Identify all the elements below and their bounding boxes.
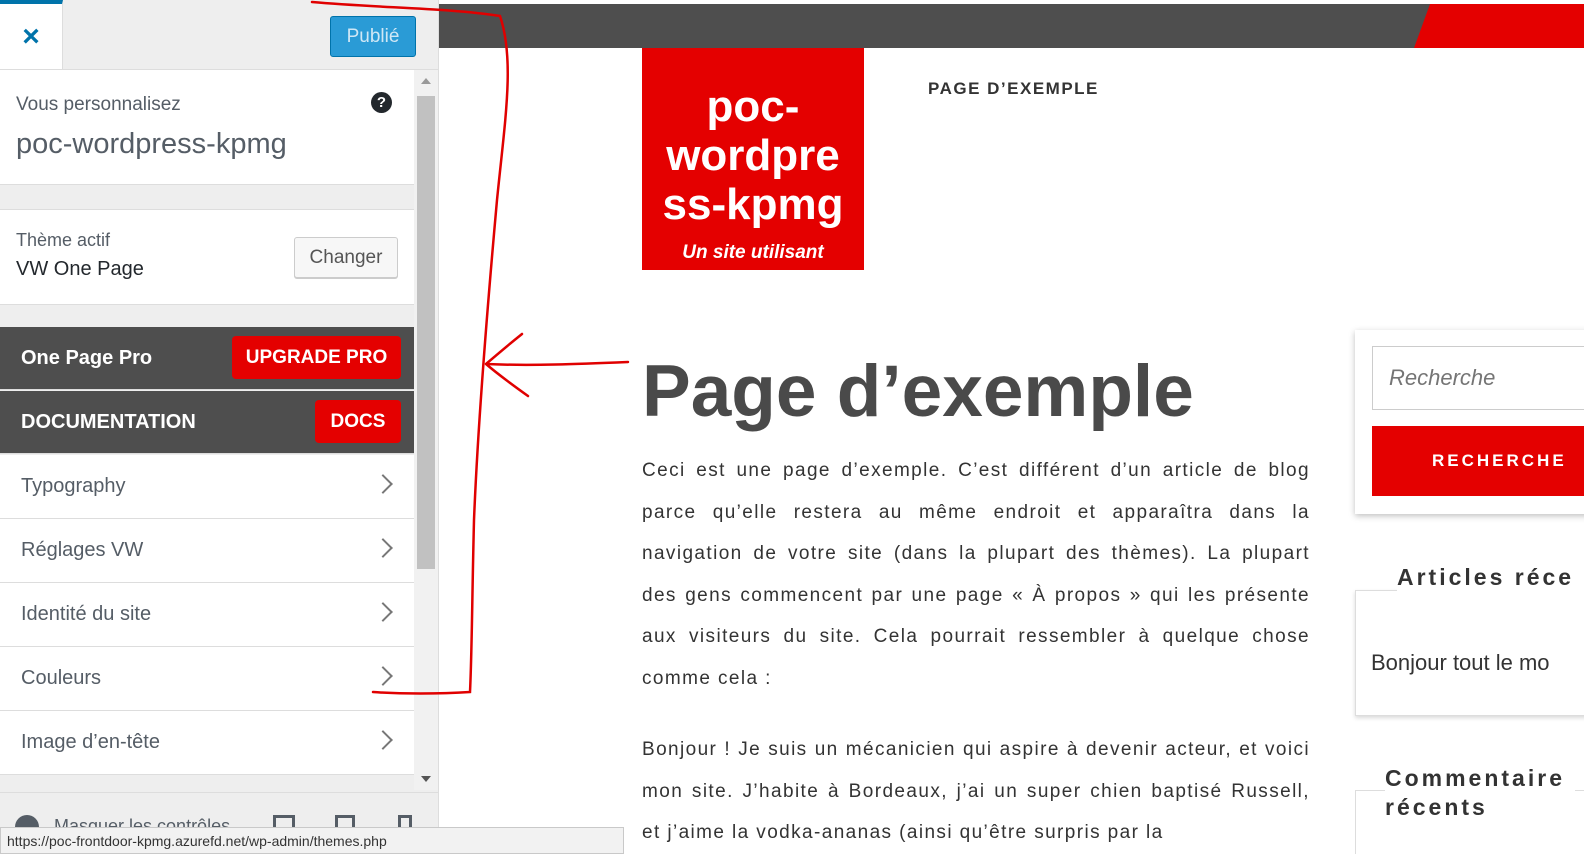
site-logo[interactable]: poc- wordpre ss-kpmg Un site utilisant	[642, 48, 864, 270]
paragraph: Ceci est une page d’exemple. C’est diffé…	[642, 460, 1310, 689]
search-input[interactable]	[1372, 346, 1584, 410]
section-label: Typography	[21, 475, 126, 497]
section-label: Réglages VW	[21, 539, 144, 561]
logo-title-line: poc-	[706, 82, 800, 131]
page-title: Page d’exemple	[642, 351, 1194, 432]
logo-title-line: ss-kpmg	[662, 180, 844, 229]
search-widget: RECHERCHE	[1355, 330, 1584, 514]
section-reglages-vw[interactable]: Réglages VW	[0, 519, 414, 583]
sidebar-content: Vous personnalisez poc-wordpress-kpmg ? …	[0, 70, 414, 790]
chevron-right-icon	[373, 730, 393, 750]
customizer-info: Vous personnalisez poc-wordpress-kpmg ?	[0, 70, 414, 185]
logo-title-line: wordpre	[666, 131, 840, 180]
section-couleurs[interactable]: Couleurs	[0, 647, 414, 711]
promo-label: DOCUMENTATION	[21, 411, 196, 433]
promo-label: One Page Pro	[21, 347, 153, 369]
promo-row-docs: DOCUMENTATION DOCS	[0, 391, 414, 454]
recent-article-link[interactable]: Bonjour tout le mo	[1371, 650, 1550, 676]
active-theme-panel: Thème actif VW One Page Changer	[0, 209, 414, 305]
publish-button[interactable]: Publié	[330, 16, 416, 57]
help-icon[interactable]: ?	[371, 92, 392, 113]
site-preview: poc- wordpre ss-kpmg Un site utilisant P…	[439, 0, 1584, 854]
scroll-up-arrow-icon[interactable]	[421, 78, 431, 84]
status-bar-url: https://poc-frontdoor-kpmg.azurefd.net/w…	[0, 827, 624, 854]
customizer-sidebar: × Publié Vous personnalisez poc-wordpres…	[0, 0, 439, 854]
site-name: poc-wordpress-kpmg	[16, 128, 287, 160]
sidebar-scrollbar[interactable]	[414, 70, 438, 790]
nav-link-page-exemple[interactable]: PAGE D’EXEMPLE	[928, 79, 1099, 99]
recent-comments-title: Commentaire récents	[1385, 764, 1575, 822]
section-identite-du-site[interactable]: Identité du site	[0, 583, 414, 647]
theme-name: VW One Page	[16, 258, 144, 280]
top-bar-accent	[1414, 4, 1584, 48]
logo-tagline: Un site utilisant	[682, 242, 824, 263]
section-image-en-tete[interactable]: Image d’en-tête	[0, 711, 414, 775]
scroll-down-arrow-icon[interactable]	[421, 776, 431, 782]
upgrade-pro-button[interactable]: UPGRADE PRO	[232, 336, 401, 379]
search-button[interactable]: RECHERCHE	[1372, 426, 1584, 496]
chevron-right-icon	[373, 666, 393, 686]
logo-title: poc- wordpre ss-kpmg	[642, 82, 864, 229]
promo-row-pro: One Page Pro UPGRADE PRO	[0, 327, 414, 390]
chevron-right-icon	[373, 602, 393, 622]
customizing-label: Vous personnalisez	[16, 94, 181, 115]
change-theme-button[interactable]: Changer	[294, 237, 398, 278]
top-bar	[439, 4, 1584, 48]
section-label: Couleurs	[21, 667, 102, 689]
chevron-right-icon	[373, 538, 393, 558]
paragraph: Bonjour ! Je suis un mécanicien qui aspi…	[642, 739, 1310, 843]
theme-active-label: Thème actif	[16, 230, 111, 250]
close-icon[interactable]: ×	[0, 0, 63, 69]
recent-articles-title: Articles réce	[1397, 564, 1584, 591]
docs-button[interactable]: DOCS	[315, 400, 401, 443]
section-typography[interactable]: Typography	[0, 455, 414, 519]
sidebar-header: × Publié	[0, 0, 438, 70]
scroll-thumb[interactable]	[417, 96, 435, 569]
section-label: Image d’en-tête	[21, 731, 160, 753]
chevron-right-icon	[373, 474, 393, 494]
section-label: Identité du site	[21, 603, 152, 625]
